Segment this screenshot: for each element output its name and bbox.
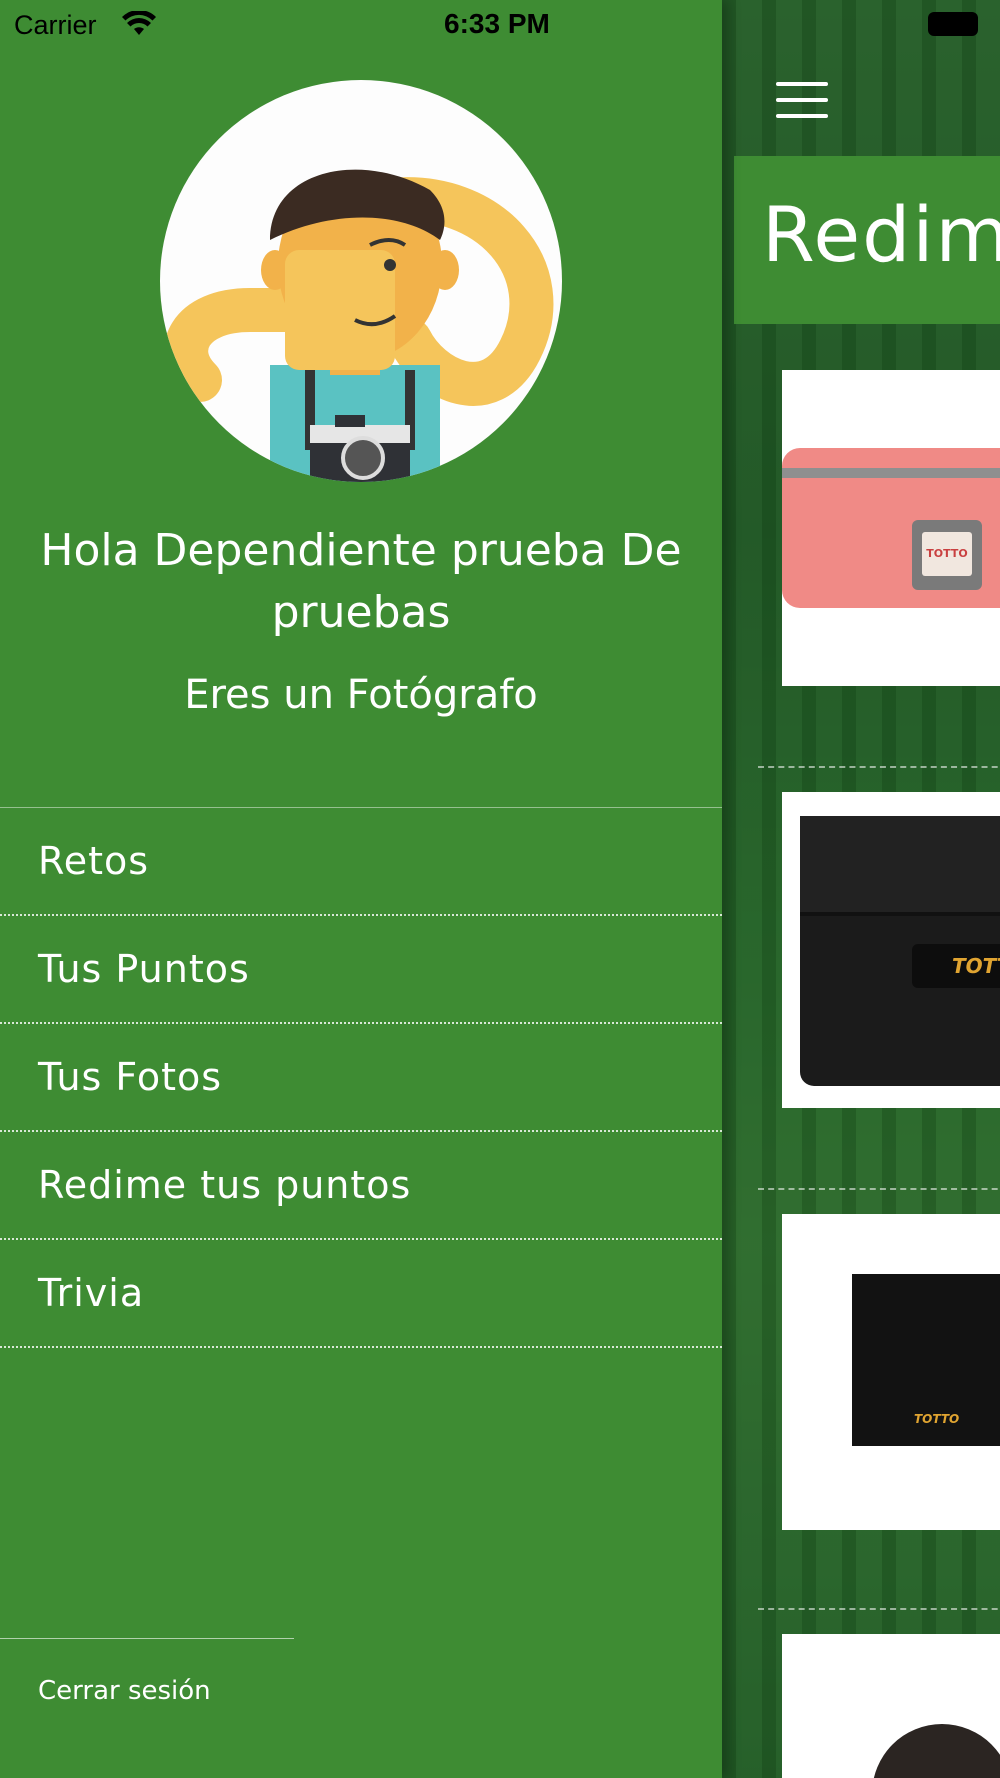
product-card-wallet[interactable]: TOTTO: [782, 792, 1000, 1108]
product-card-pencil-case[interactable]: TOTTO: [782, 370, 1000, 686]
product-card-cap[interactable]: [782, 1634, 1000, 1778]
cap-image: [872, 1724, 1000, 1778]
divider: [758, 1188, 1000, 1190]
product-logo: TOTTO: [912, 944, 1000, 988]
menu-item-tus-fotos[interactable]: Tus Fotos: [0, 1024, 722, 1132]
menu-item-label: Trivia: [38, 1271, 145, 1315]
divider: [758, 1608, 1000, 1610]
battery-icon: [928, 12, 978, 36]
menu-item-retos[interactable]: Retos: [0, 808, 722, 916]
menu-item-redime-tus-puntos[interactable]: Redime tus puntos: [0, 1132, 722, 1240]
user-role: Eres un Fotógrafo: [184, 672, 538, 718]
photographer-illustration: [164, 169, 554, 482]
avatar: [160, 80, 562, 482]
status-bar: Carrier 6:33 PM: [0, 0, 1000, 50]
drawer-menu: Retos Tus Puntos Tus Fotos Redime tus pu…: [0, 807, 722, 1348]
wallet-image: TOTTO: [852, 1274, 1000, 1446]
greeting-text: Hola Dependiente prueba De pruebas: [40, 525, 682, 638]
pencil-case-image: TOTTO: [782, 448, 1000, 608]
menu-item-label: Tus Puntos: [38, 947, 250, 991]
page-title: Redim: [762, 190, 1000, 279]
carrier-label: Carrier: [14, 10, 97, 40]
wifi-icon: [122, 9, 156, 41]
product-logo: TOTTO: [914, 1412, 960, 1426]
menu-item-trivia[interactable]: Trivia: [0, 1240, 722, 1348]
logout-link[interactable]: Cerrar sesión: [38, 1676, 211, 1706]
hamburger-menu-icon[interactable]: [776, 82, 828, 118]
clock: 6:33 PM: [444, 8, 550, 39]
background-screen: Redim TOTTO TOTTO TOTTO: [722, 0, 1000, 1778]
product-card-wallet-small[interactable]: TOTTO: [782, 1214, 1000, 1530]
divider: [758, 766, 1000, 768]
menu-item-label: Tus Fotos: [38, 1055, 223, 1099]
page-title-bar: Redim: [734, 156, 1000, 324]
product-logo: TOTTO: [922, 532, 972, 576]
wallet-image: TOTTO: [800, 816, 1000, 1086]
menu-item-label: Retos: [38, 839, 150, 883]
menu-item-label: Redime tus puntos: [38, 1163, 412, 1207]
side-drawer: Hola Dependiente prueba De pruebas Eres …: [0, 0, 722, 1778]
logout-divider: [0, 1638, 294, 1639]
menu-item-tus-puntos[interactable]: Tus Puntos: [0, 916, 722, 1024]
